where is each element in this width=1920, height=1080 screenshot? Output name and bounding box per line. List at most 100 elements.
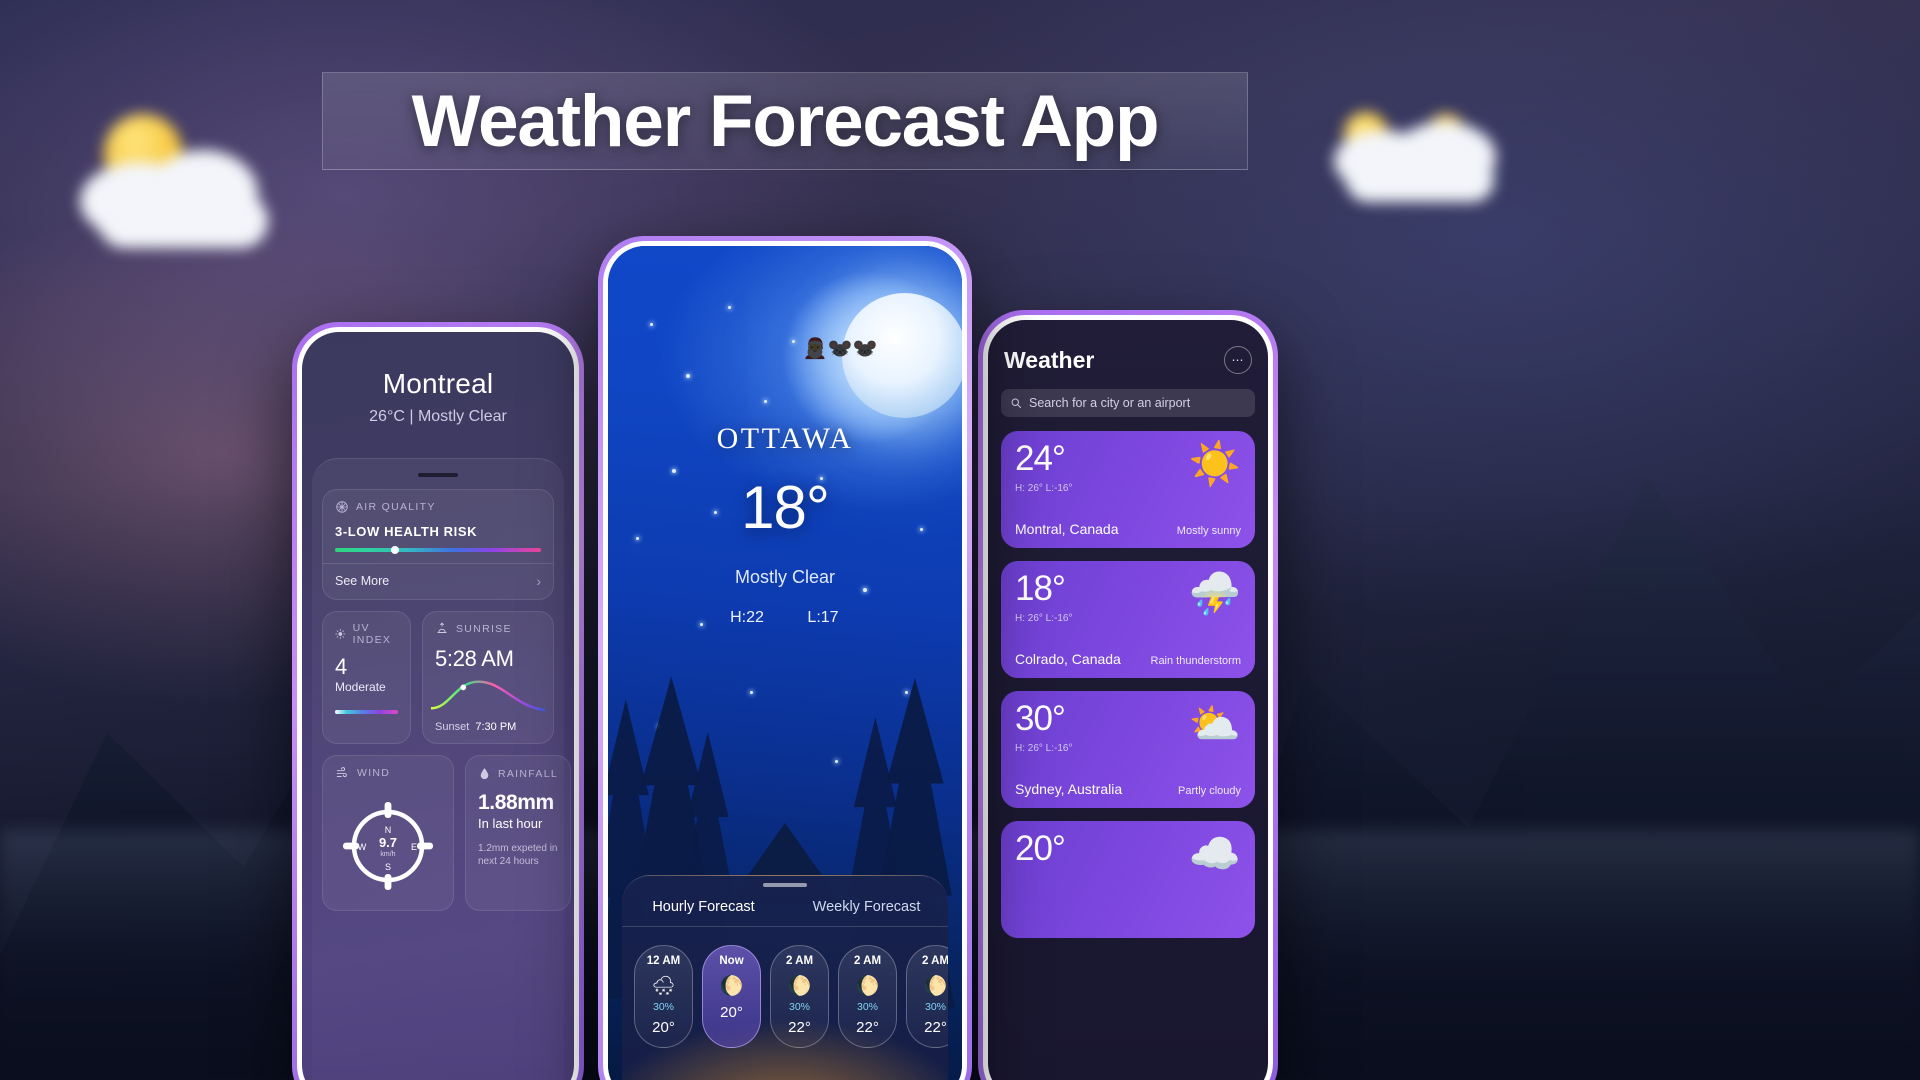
ottawa-high-low: H:22 L:17 xyxy=(608,609,962,627)
ottawa-high: H:22 xyxy=(730,608,764,626)
hourly-forecast-list[interactable]: 12 AM 🌨 30% 20° Now 🌔 20° 2 AM 🌔 30% 22° xyxy=(622,927,948,1049)
city-card[interactable]: 20° ☁️ xyxy=(1001,821,1255,938)
uv-index-card[interactable]: UV INDEX 4 Moderate xyxy=(322,611,411,744)
sunrise-card[interactable]: SUNRISE 5:28 AM Sunset 7:30 PM xyxy=(422,611,554,744)
hour-precip: 30% xyxy=(652,1001,674,1014)
forecast-sheet[interactable]: Hourly Forecast Weekly Forecast 12 AM 🌨 … xyxy=(622,875,948,1080)
phone-screen-montreal: Montreal 26°C | Mostly Clear AIR QUALITY… xyxy=(302,332,574,1080)
cloud-moon-icon: 🌔 xyxy=(787,976,812,998)
rainfall-card[interactable]: RAINFALL 1.88mm In last hour 1.2mm expet… xyxy=(465,755,572,911)
wind-label: WIND xyxy=(357,767,391,779)
wind-compass-wrap: N S W E 9.7 km/h xyxy=(335,790,441,900)
city-name: Montreal xyxy=(382,368,494,399)
air-quality-value: 3-LOW HEALTH RISK xyxy=(335,524,478,539)
raindrop-icon xyxy=(480,768,489,780)
montreal-header: Montreal 26°C | Mostly Clear xyxy=(302,332,574,426)
wind-icon xyxy=(336,767,347,778)
wind-card[interactable]: WIND N S W E 9.7 km/h xyxy=(322,755,454,911)
rainfall-amount: 1.88mm xyxy=(478,791,554,814)
phone-right-weather-list: Weather ⋯ Search for a city or an airpor… xyxy=(978,310,1278,1080)
santa-sleigh-icon: 🎅🐭🐭 xyxy=(802,337,878,360)
phone-left-montreal: Montreal 26°C | Mostly Clear AIR QUALITY… xyxy=(292,322,584,1080)
svg-text:W: W xyxy=(358,842,367,852)
city-desc: Partly cloudy xyxy=(1178,785,1241,797)
search-icon xyxy=(1011,398,1021,408)
hour-temp: 22° xyxy=(924,1019,947,1037)
city-name: Sydney, Australia xyxy=(1015,781,1123,797)
ottawa-low: L:17 xyxy=(807,608,839,626)
hour-chip[interactable]: 2 AM 🌔 30% 22° xyxy=(838,945,897,1049)
more-options-icon[interactable]: ⋯ xyxy=(1224,346,1252,374)
sun-icon: ☀️ xyxy=(1188,440,1241,487)
ottawa-condition: Mostly Clear xyxy=(734,567,836,587)
sunset-label: Sunset xyxy=(435,721,470,733)
search-placeholder: Search for a city or an airport xyxy=(1029,396,1191,410)
wind-header: WIND xyxy=(335,766,441,780)
uv-scale-bar xyxy=(335,710,398,714)
air-quality-bar xyxy=(335,546,541,554)
wind-rain-row: WIND N S W E 9.7 km/h RAINFALL 1.88mm In… xyxy=(322,755,572,922)
phone-screen-weather-list: Weather ⋯ Search for a city or an airpor… xyxy=(988,320,1268,1080)
hour-chip[interactable]: 2 AM 🌔 30% 22° xyxy=(906,945,948,1049)
air-quality-icon xyxy=(336,501,348,513)
mountain-right xyxy=(1180,478,1920,1080)
sunrise-label: SUNRISE xyxy=(456,623,512,635)
rainfall-header: RAINFALL xyxy=(478,766,558,781)
details-sheet[interactable]: AIR QUALITY 3-LOW HEALTH RISK See More › xyxy=(312,458,572,1080)
air-quality-label: AIR QUALITY xyxy=(356,501,436,513)
tab-hourly-forecast[interactable]: Hourly Forecast xyxy=(622,899,785,915)
hour-chip-now[interactable]: Now 🌔 20° xyxy=(702,945,761,1049)
hour-time: 2 AM xyxy=(921,955,948,968)
sunrise-icon xyxy=(437,622,447,633)
see-more-label: See More xyxy=(335,574,390,588)
hour-temp: 22° xyxy=(856,1019,879,1037)
thunderstorm-icon: ⛈️ xyxy=(1188,570,1241,617)
cloud-moon-icon: 🌔 xyxy=(719,976,744,998)
city-list[interactable]: 24° H: 26° L:-16° ☀️ Montral, Canada Mos… xyxy=(988,417,1268,938)
page-title-bar: Weather Forecast App xyxy=(322,72,1248,170)
ottawa-city-name: OTTAWA xyxy=(716,422,854,456)
hour-temp: 22° xyxy=(788,1019,811,1037)
hour-precip: 30% xyxy=(788,1001,810,1014)
cloud-thunder-blob-right xyxy=(1330,96,1520,231)
city-conditions: 26°C | Mostly Clear xyxy=(369,408,507,425)
forecast-tabs: Hourly Forecast Weekly Forecast xyxy=(622,887,948,926)
hour-temp: 20° xyxy=(720,1004,743,1022)
see-more-row[interactable]: See More › xyxy=(335,564,541,589)
hour-chip[interactable]: 12 AM 🌨 30% 20° xyxy=(634,945,693,1049)
rainfall-note: 1.2mm expeted in next 24 hours xyxy=(478,843,558,867)
air-quality-card[interactable]: AIR QUALITY 3-LOW HEALTH RISK See More › xyxy=(322,489,554,600)
page-title: Weather Forecast App xyxy=(411,80,1160,162)
weather-list-header: Weather ⋯ xyxy=(988,320,1268,374)
sheet-grabber[interactable] xyxy=(418,473,458,477)
city-desc: Rain thunderstorm xyxy=(1150,655,1242,667)
search-input[interactable]: Search for a city or an airport xyxy=(1001,389,1255,417)
hour-temp: 20° xyxy=(652,1019,675,1037)
city-name: Montral, Canada xyxy=(1015,521,1119,537)
hour-time: 2 AM xyxy=(785,955,814,968)
rainfall-period: In last hour xyxy=(478,816,543,831)
sunset-row: Sunset 7:30 PM xyxy=(435,721,541,733)
city-card[interactable]: 30° H: 26° L:-16° ⛅ Sydney, Australia Pa… xyxy=(1001,691,1255,808)
cloud-sun-blob-left xyxy=(70,110,300,260)
phone-bezel: Weather ⋯ Search for a city or an airpor… xyxy=(983,315,1273,1080)
hour-chip[interactable]: 2 AM 🌔 30% 22° xyxy=(770,945,829,1049)
ottawa-temperature: 18° xyxy=(741,473,830,541)
sun-cloud-icon: ⛅ xyxy=(1188,700,1241,747)
uv-level: Moderate xyxy=(335,680,386,694)
city-card[interactable]: 24° H: 26° L:-16° ☀️ Montral, Canada Mos… xyxy=(1001,431,1255,548)
uv-header: UV INDEX xyxy=(335,622,398,646)
phone-bezel: 🎅🐭🐭 OTTAWA 18° Mostly Clear H:22 L:17 Ho… xyxy=(603,241,967,1080)
phone-center-ottawa: 🎅🐭🐭 OTTAWA 18° Mostly Clear H:22 L:17 Ho… xyxy=(598,236,972,1080)
wind-compass: N S W E 9.7 km/h xyxy=(343,802,433,890)
svg-text:km/h: km/h xyxy=(380,851,395,858)
city-desc: Mostly sunny xyxy=(1176,525,1241,537)
uv-value: 4 xyxy=(335,654,348,679)
tab-weekly-forecast[interactable]: Weekly Forecast xyxy=(785,899,948,915)
hour-precip: 30% xyxy=(856,1001,878,1014)
chevron-right-icon: › xyxy=(536,573,541,589)
uv-label: UV INDEX xyxy=(352,622,392,646)
city-card[interactable]: 18° H: 26° L:-16° ⛈️ Colrado, Canada Rai… xyxy=(1001,561,1255,678)
city-name: Colrado, Canada xyxy=(1015,651,1121,667)
page-title: Weather xyxy=(1004,346,1095,373)
